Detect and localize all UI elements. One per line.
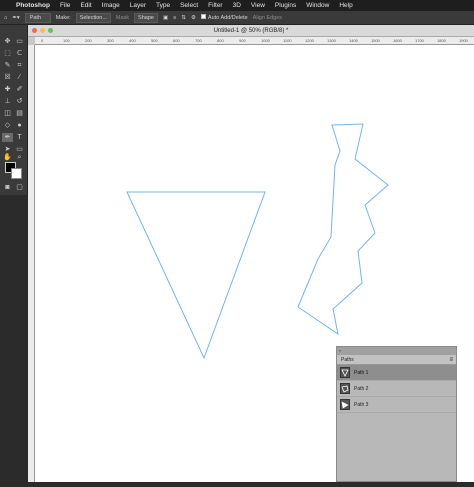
path-row-1[interactable]: Path 1 — [337, 365, 456, 381]
menu-type[interactable]: Type — [156, 2, 170, 9]
paths-tab-label: Paths — [341, 357, 354, 363]
lasso-tool-icon[interactable]: ᑕ — [14, 49, 25, 58]
vertical-ruler — [28, 45, 35, 482]
menu-3d[interactable]: 3D — [233, 2, 241, 9]
path-alignment-icon[interactable]: ≡ — [173, 15, 176, 21]
home-icon[interactable]: ⌂ — [4, 15, 7, 21]
path-thumbnail-icon — [340, 383, 350, 394]
align-edges-checkbox[interactable]: Align Edges — [253, 15, 282, 21]
menu-edit[interactable]: Edit — [80, 2, 91, 9]
dodge-tool-icon[interactable]: ● — [14, 121, 25, 130]
path-label: Path 3 — [354, 401, 369, 408]
panel-collapse-bar[interactable]: » — [337, 347, 456, 355]
ruler-tick: 1500 — [371, 38, 380, 43]
tool-mode-select[interactable]: Path — [24, 12, 51, 23]
menu-filter[interactable]: Filter — [208, 2, 222, 9]
clone-stamp-tool-icon[interactable]: ⊥ — [2, 97, 13, 106]
ruler-tick: 500 — [151, 38, 158, 43]
ruler-tick: 200 — [85, 38, 92, 43]
menu-plugins[interactable]: Plugins — [275, 2, 296, 9]
menu-help[interactable]: Help — [339, 2, 352, 9]
pen-tool-preset-icon[interactable]: ✒▾ — [12, 15, 19, 21]
panel-menu-icon[interactable]: ≡ — [449, 355, 453, 365]
auto-add-delete-checkbox[interactable]: Auto Add/Delete — [200, 14, 248, 21]
zoom-window-icon[interactable] — [48, 28, 53, 33]
path-thumbnail-icon — [340, 367, 350, 378]
hand-tool-icon[interactable]: ✋ — [2, 153, 13, 162]
history-brush-tool-icon[interactable]: ↺ — [14, 97, 25, 106]
quick-select-tool-icon[interactable]: ✎ — [2, 61, 13, 70]
tools-panel: ✥ ▭ ⬚ ᑕ ✎ ⌗ ☒ ⁄ ✚ ✐ ⊥ ↺ ◫ ▤ ◇ ● ✒ T ➤ ▭ … — [0, 25, 28, 195]
menu-select[interactable]: Select — [180, 2, 198, 9]
ruler-tick: 800 — [217, 38, 224, 43]
brush-tool-icon[interactable]: ✐ — [14, 85, 25, 94]
ruler-tick: 1800 — [437, 38, 446, 43]
menu-app-name[interactable]: Photoshop — [16, 2, 50, 9]
screen-mode-icon[interactable]: ▢ — [14, 183, 25, 192]
move-tool-icon[interactable]: ✥ — [2, 37, 13, 46]
menu-layer[interactable]: Layer — [130, 2, 146, 9]
make-selection-button[interactable]: Selection... — [75, 12, 111, 23]
zoom-tool-icon[interactable]: ⌕ — [14, 153, 25, 162]
type-tool-icon[interactable]: T — [14, 133, 25, 142]
crop-tool-icon[interactable]: ⌗ — [14, 61, 25, 70]
path-arrangement-icon[interactable]: ⇅ — [181, 15, 186, 21]
path-label: Path 1 — [354, 369, 369, 376]
triangle-path[interactable] — [126, 191, 266, 360]
options-bar: ⌂ ✒▾ Path Make: Selection... Mask Shape … — [0, 11, 474, 25]
gear-icon[interactable]: ⚙ — [191, 15, 196, 21]
minimize-window-icon[interactable] — [40, 28, 45, 33]
menu-bar: Photoshop File Edit Image Layer Type Sel… — [0, 0, 474, 11]
ruler-tick: 1000 — [261, 38, 270, 43]
ruler-tick: 600 — [173, 38, 180, 43]
ruler-tick: 400 — [129, 38, 136, 43]
tab-paths[interactable]: Paths ≡ — [337, 355, 456, 365]
document-titlebar: Untitled-1 @ 50% (RGB/8) * — [28, 25, 474, 37]
blur-tool-icon[interactable]: ◇ — [2, 121, 13, 130]
make-shape-button[interactable]: Shape — [134, 12, 158, 23]
ruler-tick: 700 — [195, 38, 202, 43]
eraser-tool-icon[interactable]: ◫ — [2, 109, 13, 118]
ruler-tick: 1600 — [393, 38, 402, 43]
healing-brush-tool-icon[interactable]: ✚ — [2, 85, 13, 94]
ruler-tick: 300 — [107, 38, 114, 43]
background-color-swatch[interactable] — [11, 168, 22, 179]
close-window-icon[interactable] — [32, 28, 37, 33]
ruler-tick: 1200 — [305, 38, 314, 43]
menu-view[interactable]: View — [251, 2, 265, 9]
menu-window[interactable]: Window — [306, 2, 329, 9]
path-row-3[interactable]: Path 3 — [337, 397, 456, 413]
workspace-background — [0, 195, 28, 482]
pen-tool-icon[interactable]: ✒ — [2, 133, 13, 142]
ruler-tick: 1300 — [327, 38, 336, 43]
ruler-tick: 0 — [41, 38, 44, 43]
quick-mask-icon[interactable]: ◙ — [2, 183, 13, 192]
ruler-tick: 1700 — [415, 38, 424, 43]
ruler-tick: 1900 — [459, 38, 468, 43]
horizontal-ruler: 0 100 200 300 400 500 600 700 800 900 10… — [35, 37, 474, 45]
path-operations-icon[interactable]: ▣ — [163, 15, 168, 21]
zigzag-path[interactable] — [297, 123, 389, 336]
ruler-tick: 100 — [63, 38, 70, 43]
ruler-tick: 900 — [239, 38, 246, 43]
paths-panel: » Paths ≡ Path 1 Path 2 Path 3 — [336, 346, 457, 482]
marquee-tool-icon[interactable]: ⬚ — [2, 49, 13, 58]
ruler-tick: 1100 — [283, 38, 292, 43]
ruler-tick: 1400 — [349, 38, 358, 43]
path-label: Path 2 — [354, 385, 369, 392]
artboard-tool-icon[interactable]: ▭ — [14, 37, 25, 46]
menu-image[interactable]: Image — [102, 2, 120, 9]
gradient-tool-icon[interactable]: ▤ — [14, 109, 25, 118]
make-label: Make: — [55, 14, 71, 21]
make-mask-button[interactable]: Mask — [116, 15, 129, 21]
path-row-2[interactable]: Path 2 — [337, 381, 456, 397]
frame-tool-icon[interactable]: ☒ — [2, 73, 13, 82]
document-title: Untitled-1 @ 50% (RGB/8) * — [213, 27, 289, 34]
eyedropper-tool-icon[interactable]: ⁄ — [14, 73, 25, 82]
menu-file[interactable]: File — [60, 2, 70, 9]
path-thumbnail-icon — [340, 399, 350, 410]
